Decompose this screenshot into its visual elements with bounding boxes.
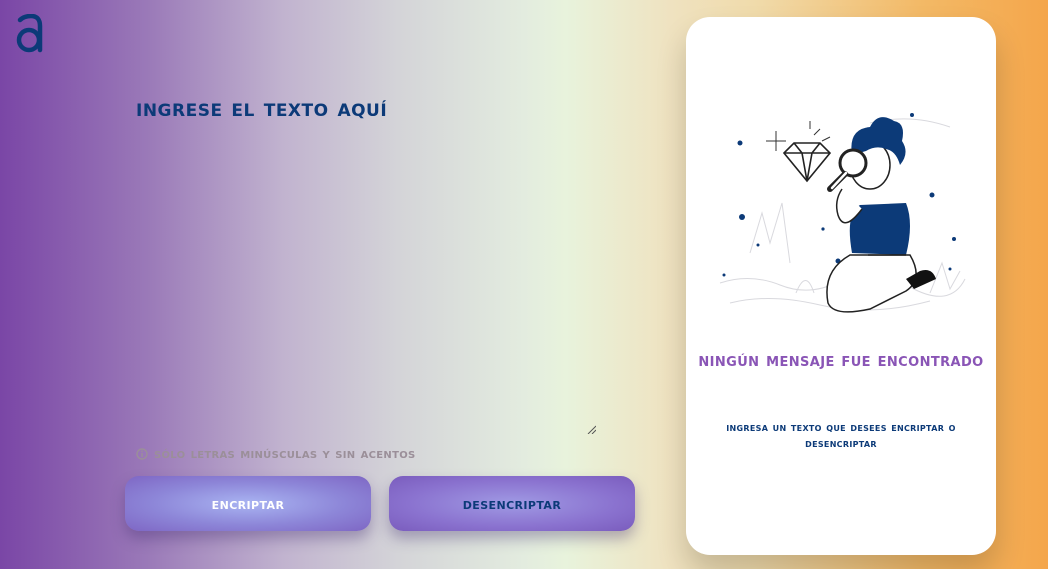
decrypt-button[interactable]: Desencriptar <box>389 476 635 531</box>
input-title: Ingrese el texto aquí <box>136 94 388 122</box>
empty-state-subtitle: Ingresa un texto que desees encriptar o … <box>726 420 956 450</box>
resize-grip-icon[interactable] <box>586 424 596 434</box>
hint-text: Sólo letras minúsculas y sin acentos <box>154 446 416 462</box>
message-textarea[interactable] <box>136 140 598 436</box>
empty-state-title: Ningún mensaje fue encontrado <box>698 350 984 371</box>
output-panel: Ningún mensaje fue encontrado Ingresa un… <box>686 17 996 555</box>
info-icon <box>136 448 148 460</box>
alura-logo-icon <box>16 14 43 53</box>
input-hint: Sólo letras minúsculas y sin acentos <box>136 446 416 462</box>
encrypt-button[interactable]: Encriptar <box>125 476 371 531</box>
person-magnifier-illustration <box>719 113 966 313</box>
